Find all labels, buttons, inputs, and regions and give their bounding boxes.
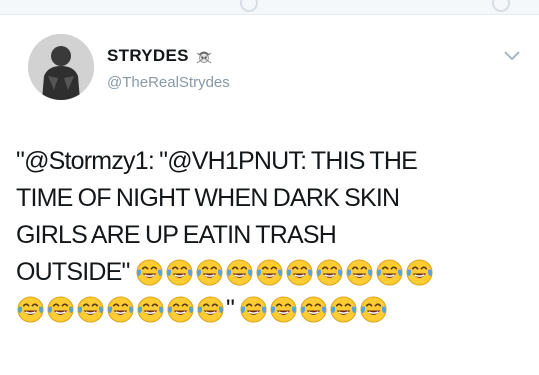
crying-laughing-emoji-icon bbox=[330, 296, 357, 323]
crying-laughing-emoji-icon bbox=[107, 296, 134, 323]
crying-laughing-emoji-icon bbox=[17, 296, 44, 323]
author-handle[interactable]: @TheRealStrydes bbox=[107, 74, 230, 91]
crying-laughing-emoji-icon bbox=[77, 296, 104, 323]
author-name-row[interactable]: STRYDES bbox=[107, 46, 213, 66]
avatar[interactable] bbox=[28, 34, 94, 100]
crying-laughing-emoji-icon bbox=[137, 296, 164, 323]
tweet-text-fragment: " bbox=[226, 295, 235, 323]
tweet-text-line: GIRLS ARE UP EATIN TRASH bbox=[16, 221, 337, 249]
crying-laughing-emoji-icon bbox=[316, 259, 343, 286]
tweet-text-line-with-emoji: OUTSIDE" bbox=[16, 254, 526, 291]
emoji-run bbox=[16, 295, 226, 323]
crying-laughing-emoji-icon bbox=[270, 296, 297, 323]
reply-icon[interactable] bbox=[240, 0, 258, 12]
crying-laughing-emoji-icon bbox=[286, 259, 313, 286]
crying-laughing-emoji-icon bbox=[197, 296, 224, 323]
crying-laughing-emoji-icon bbox=[376, 259, 403, 286]
display-name[interactable]: STRYDES bbox=[107, 46, 189, 66]
tweet-text: "@Stormzy1: "@VH1PNUT: THIS THE TIME OF … bbox=[16, 143, 526, 328]
previous-tweet-edge bbox=[0, 0, 539, 15]
crying-laughing-emoji-icon bbox=[136, 259, 163, 286]
tweet-text-line: TIME OF NIGHT WHEN DARK SKIN bbox=[16, 184, 400, 212]
crying-laughing-emoji-icon bbox=[346, 259, 373, 286]
crying-laughing-emoji-icon bbox=[166, 259, 193, 286]
crying-laughing-emoji-icon bbox=[406, 259, 433, 286]
emoji-run bbox=[135, 258, 435, 286]
tweet-text-fragment: OUTSIDE" bbox=[16, 258, 130, 286]
crying-laughing-emoji-icon bbox=[256, 259, 283, 286]
share-icon[interactable] bbox=[492, 0, 510, 12]
pirate-skull-emoji-icon bbox=[196, 51, 212, 64]
crying-laughing-emoji-icon bbox=[226, 259, 253, 286]
crying-laughing-emoji-icon bbox=[47, 296, 74, 323]
tweet-text-line: "@Stormzy1: "@VH1PNUT: THIS THE bbox=[16, 147, 418, 175]
crying-laughing-emoji-icon bbox=[240, 296, 267, 323]
crying-laughing-emoji-icon bbox=[196, 259, 223, 286]
tweet-text-line-with-emoji: " bbox=[16, 291, 526, 328]
crying-laughing-emoji-icon bbox=[167, 296, 194, 323]
emoji-run bbox=[239, 295, 389, 323]
chevron-down-icon[interactable] bbox=[503, 50, 521, 62]
crying-laughing-emoji-icon bbox=[360, 296, 387, 323]
crying-laughing-emoji-icon bbox=[300, 296, 327, 323]
